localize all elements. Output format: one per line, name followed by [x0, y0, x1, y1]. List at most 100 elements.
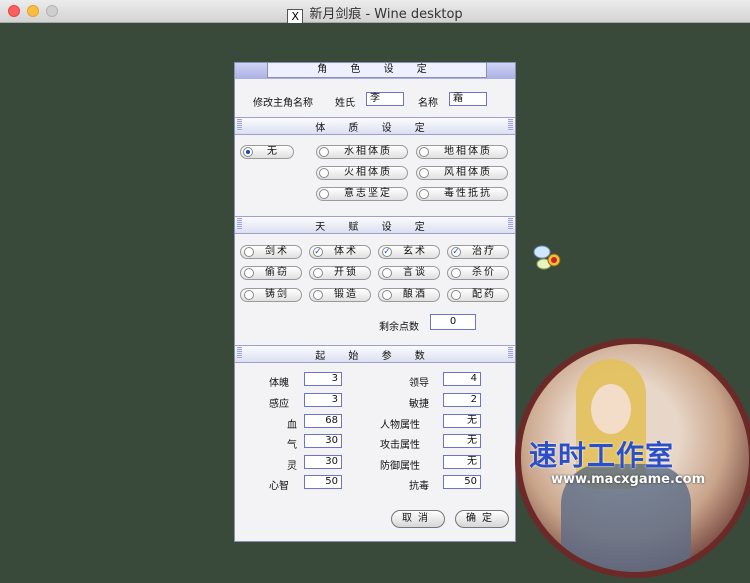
stat-poison-resist-value: 50: [443, 475, 481, 489]
surname-label: 姓氏: [335, 98, 355, 109]
stat-spirit-value: 30: [304, 455, 342, 469]
character-setup-dialog: 角 色 设 定 修改主角名称 姓氏 李 名称 霜 体 质 设 定 无 水相体质 …: [234, 62, 516, 542]
window-title-text: 新月剑痕 - Wine desktop: [309, 7, 463, 22]
stat-label: 敏捷: [409, 399, 429, 410]
talent-bargaining[interactable]: 杀价: [447, 266, 509, 280]
talent-brewing[interactable]: 酿酒: [378, 288, 440, 302]
radio-icon: [419, 147, 429, 157]
rename-label: 修改主角名称: [253, 98, 313, 109]
watermark-badge: 速时工作室 www.macxgame.com: [515, 338, 750, 578]
talent-martial-arts[interactable]: ✓ 体术: [309, 245, 371, 259]
stats-section-header: 起 始 参 数: [235, 345, 515, 363]
radio-icon: [319, 147, 329, 157]
talent-mysticism[interactable]: ✓ 玄术: [378, 245, 440, 259]
physique-option-willpower[interactable]: 意志坚定: [316, 187, 408, 201]
talent-alchemy[interactable]: 配药: [447, 288, 509, 302]
given-name-label: 名称: [418, 98, 438, 109]
fairy-cursor-icon: [533, 245, 561, 270]
cancel-button[interactable]: 取消: [391, 510, 445, 528]
stat-perception-value: 3: [304, 393, 342, 407]
check-icon: [244, 290, 254, 300]
talent-label: 治疗: [472, 246, 496, 257]
option-label: 水相体质: [344, 146, 392, 157]
given-name-input[interactable]: 霜: [449, 92, 487, 106]
stat-label: 灵: [287, 461, 297, 472]
option-label: 地相体质: [444, 146, 492, 157]
stat-label: 气: [287, 440, 297, 451]
stat-label: 人物属性: [380, 420, 420, 431]
stats-section-title: 起 始 参 数: [315, 351, 435, 362]
talent-label: 言谈: [403, 267, 427, 278]
watermark-face: [591, 384, 631, 434]
check-icon: ✓: [313, 247, 323, 257]
talent-label: 铸剑: [265, 289, 289, 300]
talent-speech[interactable]: 言谈: [378, 266, 440, 280]
talent-smithing[interactable]: 锻造: [309, 288, 371, 302]
stat-label: 体魄: [269, 378, 289, 389]
stat-leadership-value: 4: [443, 372, 481, 386]
talent-label: 剑术: [265, 246, 289, 257]
fairy-gem: [551, 257, 557, 263]
ok-button[interactable]: 确定: [455, 510, 509, 528]
talent-section-header: 天 赋 设 定: [235, 216, 515, 234]
option-label: 意志坚定: [344, 188, 392, 199]
bar-grip-right: [508, 119, 513, 131]
radio-icon: [319, 168, 329, 178]
talent-label: 锻造: [334, 289, 358, 300]
talent-sword-forging[interactable]: 铸剑: [240, 288, 302, 302]
talent-lockpicking[interactable]: 开锁: [309, 266, 371, 280]
check-icon: [451, 290, 461, 300]
stat-label: 感应: [269, 399, 289, 410]
talent-label: 偷窃: [265, 267, 289, 278]
physique-section-header: 体 质 设 定: [235, 117, 515, 135]
talent-label: 酿酒: [403, 289, 427, 300]
stat-defense-attr-value: 无: [443, 455, 481, 469]
window-title: X 新月剑痕 - Wine desktop: [0, 3, 750, 25]
radio-icon: [419, 168, 429, 178]
physique-option-water[interactable]: 水相体质: [316, 145, 408, 159]
option-label: 毒性抵抗: [444, 188, 492, 199]
stat-qi-value: 30: [304, 434, 342, 448]
stat-character-attr-value: 无: [443, 414, 481, 428]
talent-stealing[interactable]: 偷窃: [240, 266, 302, 280]
remaining-points-label: 剩余点数: [379, 322, 419, 333]
fairy-wing-left: [533, 245, 551, 259]
physique-option-poison-resist[interactable]: 毒性抵抗: [416, 187, 508, 201]
physique-option-fire[interactable]: 火相体质: [316, 166, 408, 180]
physique-option-earth[interactable]: 地相体质: [416, 145, 508, 159]
check-icon: [313, 268, 323, 278]
physique-option-wind[interactable]: 风相体质: [416, 166, 508, 180]
radio-icon: [319, 189, 329, 199]
talent-section-title: 天 赋 设 定: [315, 222, 435, 233]
check-icon: [244, 268, 254, 278]
check-icon: ✓: [451, 247, 461, 257]
surname-input[interactable]: 李: [366, 92, 404, 106]
option-label: 无: [267, 146, 279, 157]
check-icon: [451, 268, 461, 278]
talent-swordsmanship[interactable]: 剑术: [240, 245, 302, 259]
stat-label: 领导: [409, 378, 429, 389]
option-label: 风相体质: [444, 167, 492, 178]
bar-grip-right: [508, 347, 513, 359]
talent-label: 体术: [334, 246, 358, 257]
stat-label: 防御属性: [380, 461, 420, 472]
stat-label: 心智: [269, 481, 289, 492]
radio-icon: [419, 189, 429, 199]
dialog-title: 角 色 设 定: [267, 63, 487, 78]
remaining-points-value: 0: [430, 314, 476, 330]
dialog-header: 角 色 设 定: [235, 63, 515, 79]
radio-selected-icon: [243, 147, 253, 157]
stat-attack-attr-value: 无: [443, 434, 481, 448]
watermark-url: www.macxgame.com: [551, 472, 706, 487]
talent-label: 杀价: [472, 267, 496, 278]
stat-label: 血: [287, 420, 297, 431]
window-titlebar[interactable]: X 新月剑痕 - Wine desktop: [0, 0, 750, 25]
stat-agility-value: 2: [443, 393, 481, 407]
physique-option-none[interactable]: 无: [240, 145, 294, 159]
talent-healing[interactable]: ✓ 治疗: [447, 245, 509, 259]
watermark-title: 速时工作室: [529, 439, 675, 472]
option-label: 火相体质: [344, 167, 392, 178]
stat-wisdom-value: 50: [304, 475, 342, 489]
talent-label: 玄术: [403, 246, 427, 257]
check-icon: [244, 247, 254, 257]
